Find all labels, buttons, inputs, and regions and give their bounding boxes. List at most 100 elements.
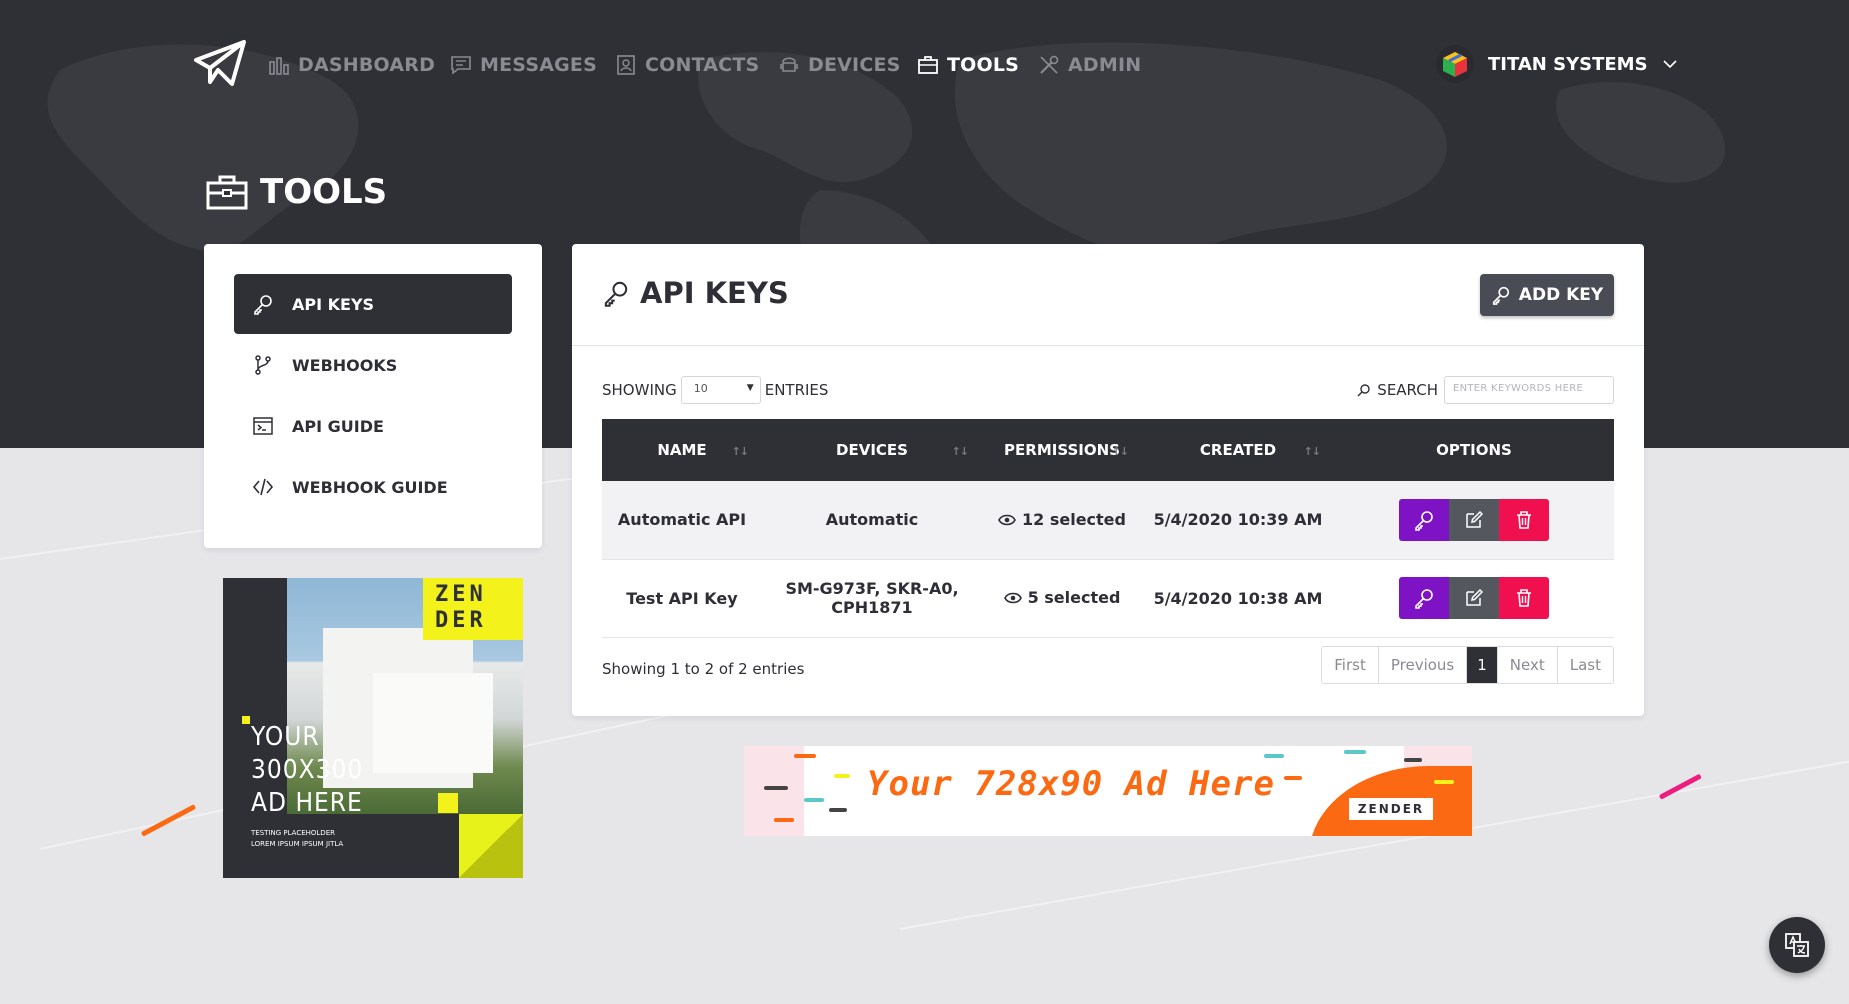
- key-icon: [1492, 286, 1509, 305]
- card-header: API KEYS ADD KEY: [572, 244, 1644, 346]
- sort-icon: ↑↓: [1111, 445, 1129, 458]
- page-first[interactable]: First: [1322, 647, 1379, 683]
- delete-key-button[interactable]: [1499, 577, 1549, 619]
- banner-confetti: [1264, 754, 1284, 758]
- add-key-button[interactable]: ADD KEY: [1480, 274, 1614, 316]
- ad-small-line1: TESTING PLACEHOLDER: [251, 829, 335, 837]
- cell-permissions[interactable]: 5 selected: [982, 559, 1142, 638]
- page-current[interactable]: 1: [1467, 647, 1498, 683]
- view-key-button[interactable]: [1399, 498, 1449, 541]
- search-input[interactable]: ENTER KEYWORDS HERE: [1444, 376, 1614, 404]
- nav-contacts[interactable]: CONTACTS: [615, 50, 759, 80]
- toolbox-icon: [918, 56, 938, 74]
- banner-headline: Your 728x90 Ad Here: [867, 764, 1275, 804]
- table-header-row: NAME ↑↓ DEVICES ↑↓ PERMISSIONS ↑↓ CREATED ↑↓…: [602, 419, 1614, 481]
- ad-line2: 300X300: [251, 755, 364, 785]
- ad-yellow-dot: [242, 716, 250, 724]
- ad-small-line2: LOREM IPSUM IPSUM JITLA: [251, 840, 344, 848]
- ad-small-text: TESTING PLACEHOLDER LOREM IPSUM IPSUM JI…: [251, 828, 343, 850]
- edit-key-button[interactable]: [1449, 577, 1499, 619]
- toolbox-icon: [206, 175, 248, 210]
- banner-confetti: [804, 798, 824, 802]
- column-created[interactable]: CREATED ↑↓: [1142, 419, 1334, 481]
- edit-key-button[interactable]: [1449, 498, 1499, 541]
- sort-icon: ↑↓: [731, 445, 749, 458]
- cell-options: [1334, 481, 1614, 560]
- page-title-text: TOOLS: [260, 172, 388, 212]
- column-permissions-label: PERMISSIONS: [1004, 441, 1120, 459]
- showing-label: SHOWING: [602, 381, 677, 399]
- eye-icon: [1003, 592, 1022, 604]
- column-permissions[interactable]: PERMISSIONS ↑↓: [982, 419, 1142, 481]
- ad-line3: AD HERE: [251, 788, 363, 818]
- translate-floating-button[interactable]: [1769, 917, 1825, 973]
- column-name[interactable]: NAME ↑↓: [602, 419, 762, 481]
- nav-tools-label: TOOLS: [947, 54, 1020, 76]
- banner-brand: ZENDER: [1349, 798, 1433, 820]
- page-next[interactable]: Next: [1498, 647, 1558, 683]
- sidebar-item-webhook-guide[interactable]: WEBHOOK GUIDE: [234, 457, 512, 517]
- column-devices[interactable]: DEVICES ↑↓: [762, 419, 982, 481]
- paper-plane-logo-icon[interactable]: [192, 38, 248, 88]
- leaderboard-ad-banner[interactable]: Your 728x90 Ad Here ZENDER: [744, 746, 1472, 836]
- nav-admin-label: ADMIN: [1068, 54, 1142, 76]
- nav-devices[interactable]: DEVICES: [778, 50, 901, 80]
- edit-icon: [1466, 588, 1484, 606]
- cell-name: Test API Key: [602, 559, 762, 638]
- pagination: First Previous 1 Next Last: [1321, 646, 1614, 684]
- sidebar-item-label: API KEYS: [292, 294, 375, 314]
- sort-icon: ↑↓: [1303, 445, 1321, 458]
- cell-created: 5/4/2020 10:39 AM: [1142, 481, 1334, 560]
- ad-line1: YOUR: [251, 722, 320, 752]
- ad-corner-triangle: [459, 814, 523, 878]
- account-menu[interactable]: TITAN SYSTEMS: [1436, 44, 1678, 84]
- code-icon: [252, 478, 274, 496]
- entries-value: 10: [693, 382, 708, 395]
- terminal-icon: [253, 417, 273, 435]
- avatar: [1436, 45, 1474, 83]
- entries-select[interactable]: 10 ▼: [680, 376, 761, 404]
- page-title: TOOLS: [206, 172, 387, 212]
- view-key-button[interactable]: [1399, 577, 1449, 619]
- sidebar-item-api-keys[interactable]: API KEYS: [234, 274, 512, 334]
- column-devices-label: DEVICES: [836, 441, 908, 459]
- edit-icon: [1466, 510, 1484, 528]
- contact-card-icon: [617, 55, 635, 75]
- nav-admin[interactable]: ADMIN: [1038, 50, 1141, 80]
- key-icon: [1415, 510, 1433, 531]
- sidebar-item-webhooks[interactable]: WEBHOOKS: [234, 335, 512, 395]
- card-title-text: API KEYS: [640, 276, 789, 310]
- key-icon: [604, 281, 628, 307]
- cell-created: 5/4/2020 10:38 AM: [1142, 559, 1334, 638]
- nav-contacts-label: CONTACTS: [645, 54, 760, 76]
- banner-confetti: [1404, 758, 1422, 762]
- banner-confetti: [774, 818, 794, 822]
- chevron-down-icon: [1662, 60, 1677, 69]
- cell-permissions[interactable]: 12 selected: [982, 481, 1142, 560]
- column-name-label: NAME: [657, 441, 707, 459]
- delete-key-button[interactable]: [1499, 498, 1549, 541]
- page-previous[interactable]: Previous: [1379, 647, 1468, 683]
- tools-icon: [1040, 55, 1059, 74]
- translate-icon: [1785, 933, 1809, 957]
- nav-dashboard[interactable]: DASHBOARD: [268, 50, 435, 80]
- square-ad-banner[interactable]: ZEN DER YOUR 300X300 AD HERE TESTING PLA…: [223, 578, 523, 878]
- banner-confetti: [1344, 750, 1366, 754]
- top-navigation: DASHBOARD MESSAGES CONTACTS DEVICES TOOL…: [0, 0, 1849, 128]
- nav-dashboard-label: DASHBOARD: [298, 54, 436, 76]
- sidebar-item-api-guide[interactable]: API GUIDE: [234, 396, 512, 456]
- banner-confetti: [1434, 780, 1454, 784]
- card-title: API KEYS: [602, 276, 789, 310]
- nav-messages[interactable]: MESSAGES: [450, 50, 597, 80]
- account-name: TITAN SYSTEMS: [1488, 53, 1648, 75]
- cube-logo-icon: [1443, 52, 1467, 77]
- page-last[interactable]: Last: [1558, 647, 1613, 683]
- search-label: SEARCH: [1377, 381, 1438, 399]
- cell-name: Automatic API: [602, 481, 762, 560]
- banner-confetti: [834, 774, 850, 778]
- trash-icon: [1517, 510, 1531, 529]
- entries-label: ENTRIES: [764, 381, 829, 399]
- nav-tools[interactable]: TOOLS: [917, 50, 1019, 80]
- ad-brand-box: ZEN DER: [423, 578, 523, 640]
- ad-brand-line1: ZEN: [435, 582, 487, 607]
